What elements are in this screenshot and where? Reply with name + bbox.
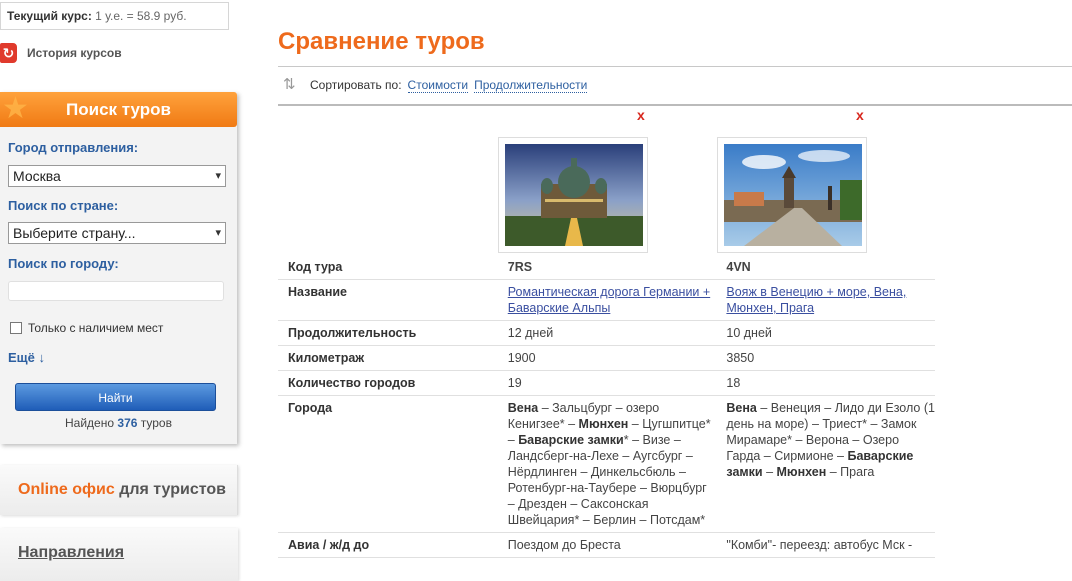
row-label-name: Название <box>278 279 498 321</box>
checkbox-box[interactable] <box>10 322 22 334</box>
online-office-label: Online офис <box>18 481 115 498</box>
tour-1-code: 7RS <box>497 255 717 280</box>
star-icon: ★ <box>2 92 29 125</box>
rate-label: Текущий курс: <box>7 9 92 23</box>
tour-search-title: Поиск туров <box>66 100 171 119</box>
remove-tour-2-button[interactable]: x <box>856 107 864 123</box>
berlin-cathedral-image <box>505 144 643 246</box>
sort-by-duration-link[interactable]: Продолжительности <box>474 78 588 93</box>
found-suffix: туров <box>140 416 172 430</box>
prague-bridge-image <box>724 144 862 246</box>
row-label-mileage: Километраж <box>278 345 498 371</box>
tour-2-cities-count: 18 <box>716 370 935 396</box>
refresh-icon: ↻ <box>0 43 17 63</box>
sort-bar: ⇅ Сортировать по: Стоимости Продолжитель… <box>283 76 588 93</box>
country-select[interactable]: Выберите страну... ▾ <box>8 222 226 244</box>
tour-1-transport: Поездом до Бреста <box>497 532 717 558</box>
tour-1-cities: Вена – Зальцбург – озеро Кенигзее* – Мюн… <box>497 395 717 533</box>
row-label-duration: Продолжительность <box>278 320 498 346</box>
tour-2-duration: 10 дней <box>716 320 935 346</box>
divider <box>278 66 1072 67</box>
chevron-down-icon: ▾ <box>215 170 221 182</box>
found-count-text: Найдено 376 туров <box>0 416 237 430</box>
find-button[interactable]: Найти <box>15 383 216 411</box>
departure-select[interactable]: Москва ▾ <box>8 165 226 187</box>
table-row: Километраж 1900 3850 <box>278 345 935 371</box>
sort-icon: ⇅ <box>283 76 296 93</box>
tour-2-photo[interactable] <box>717 137 867 253</box>
table-row: Авиа / ж/д до Поездом до Бреста "Комби"-… <box>278 532 935 558</box>
tour-2-cities: Вена – Венеция – Лидо ди Езоло (1 день н… <box>716 395 935 533</box>
row-label-cities-count: Количество городов <box>278 370 498 396</box>
found-prefix: Найдено <box>65 416 115 430</box>
country-label: Поиск по стране: <box>8 198 119 213</box>
currency-rate-box: Текущий курс: 1 у.е. = 58.9 руб. <box>0 2 229 30</box>
row-label-transport: Авиа / ж/д до <box>278 532 498 558</box>
tour-2-transport: "Комби"- переезд: автобус Мск - <box>716 532 935 558</box>
tour-comparison-table: Код тура 7RS 4VN Название Романтическая … <box>278 255 935 558</box>
country-value: Выберите страну... <box>13 225 136 241</box>
sort-label: Сортировать по: <box>310 78 402 92</box>
chevron-down-icon: ▾ <box>215 227 221 239</box>
row-label-code: Код тура <box>278 255 498 280</box>
sort-by-price-link[interactable]: Стоимости <box>407 78 469 93</box>
tour-1-name-link[interactable]: Романтическая дорога Германии + Баварски… <box>508 285 710 315</box>
for-tourists-label: для туристов <box>119 481 226 498</box>
tour-2-code: 4VN <box>716 255 935 280</box>
directions-link[interactable]: Направления <box>0 528 238 581</box>
tour-1-cities-count: 19 <box>497 370 717 396</box>
tour-2-name-link[interactable]: Вояж в Венецию + море, Вена, Мюнхен, Пра… <box>726 285 906 315</box>
rate-value: 1 у.е. = 58.9 руб. <box>95 9 187 23</box>
row-label-cities: Города <box>278 395 498 533</box>
city-input[interactable] <box>8 281 224 301</box>
only-available-label: Только с наличием мест <box>28 321 164 335</box>
table-row: Количество городов 19 18 <box>278 370 935 396</box>
found-count: 376 <box>117 416 138 430</box>
table-row: Города Вена – Зальцбург – озеро Кенигзее… <box>278 395 935 533</box>
online-office-banner[interactable]: Online офис для туристов <box>0 465 238 515</box>
tour-search-header: ★ Поиск туров <box>0 92 237 127</box>
table-row: Продолжительность 12 дней 10 дней <box>278 320 935 346</box>
tour-2-mileage: 3850 <box>716 345 935 371</box>
departure-label: Город отправления: <box>8 140 139 155</box>
table-row: Название Романтическая дорога Германии +… <box>278 279 935 321</box>
rate-history-link[interactable]: ↻ История курсов <box>0 42 122 64</box>
tour-1-photo[interactable] <box>498 137 648 253</box>
tour-1-mileage: 1900 <box>497 345 717 371</box>
remove-tour-1-button[interactable]: x <box>637 107 645 123</box>
table-row: Код тура 7RS 4VN <box>278 255 935 280</box>
city-label: Поиск по городу: <box>8 256 119 271</box>
tour-1-duration: 12 дней <box>497 320 717 346</box>
departure-value: Москва <box>13 168 61 184</box>
page-title: Сравнение туров <box>278 28 485 55</box>
rate-history-label[interactable]: История курсов <box>27 46 122 60</box>
tour-search-panel: ★ Поиск туров Город отправления: Москва … <box>0 92 237 444</box>
more-options-link[interactable]: Ещё ↓ <box>8 350 45 365</box>
divider <box>278 104 1072 106</box>
only-available-checkbox[interactable]: Только с наличием мест <box>10 321 163 335</box>
